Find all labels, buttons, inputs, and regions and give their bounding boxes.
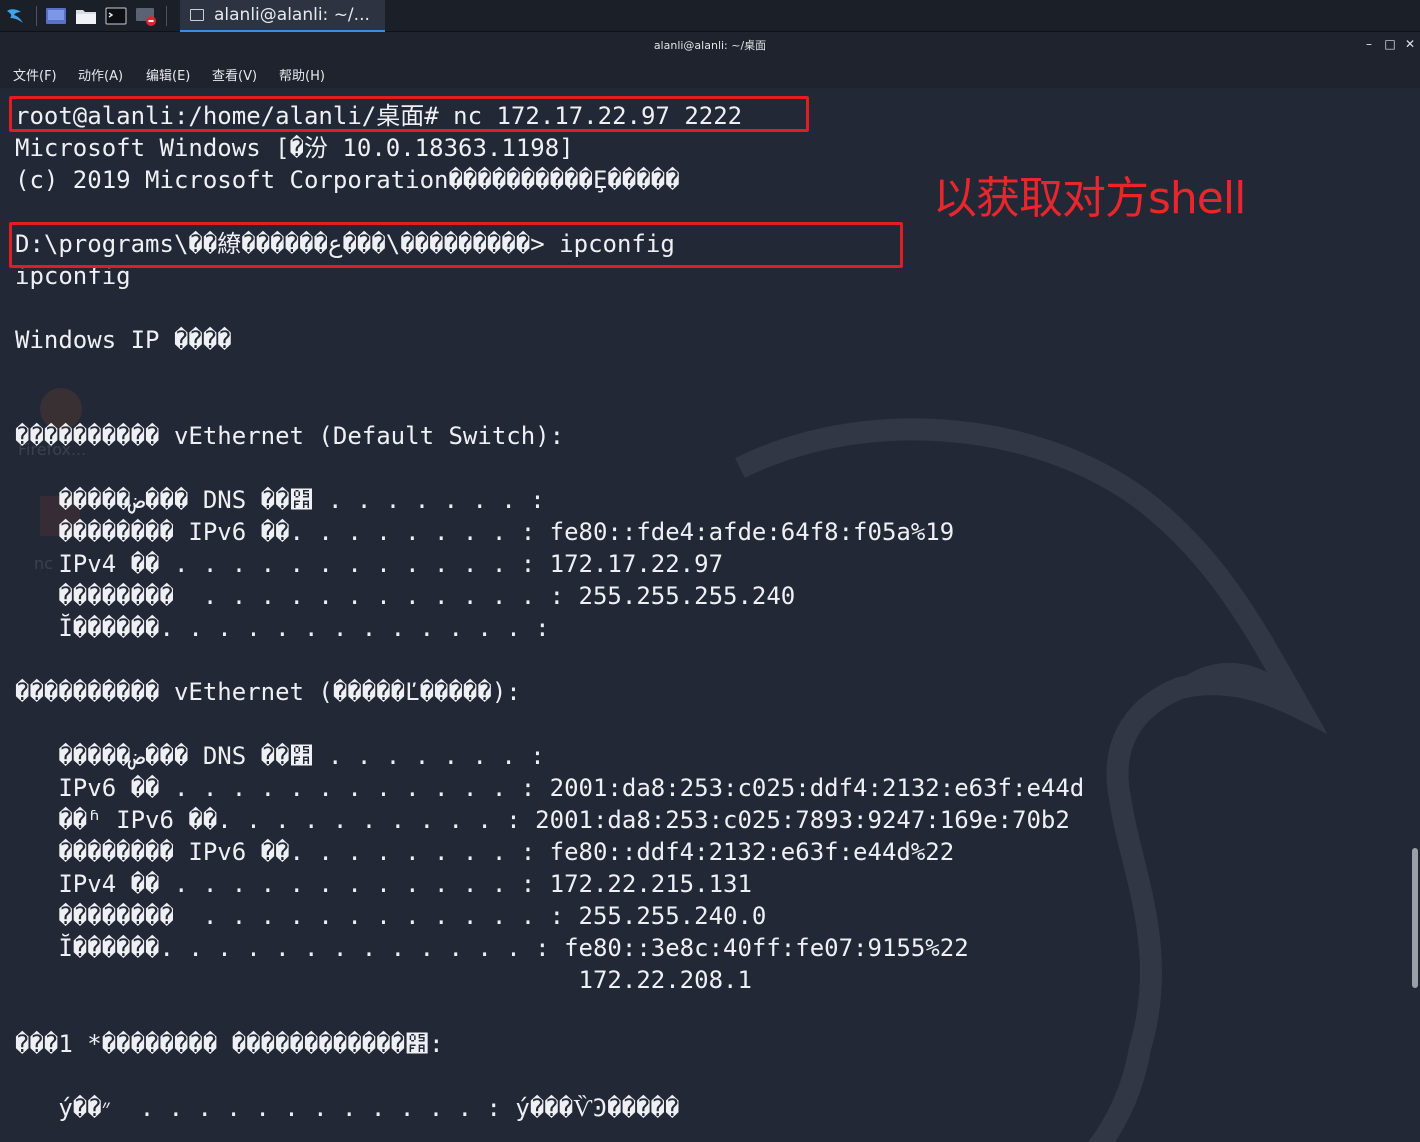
- menu-file[interactable]: 文件(F): [13, 65, 57, 84]
- terminal-output[interactable]: Firefox... nc root@alanli:/home/alanli/桌…: [0, 88, 1410, 1142]
- terminal-line: (c) 2019 Microsoft Corporation����������…: [15, 166, 680, 194]
- terminal-line: ���1 *�������� ������������׺:: [15, 1030, 444, 1058]
- menu-view[interactable]: 查看(V): [212, 65, 257, 84]
- terminal-line: IPv6 �� . . . . . . . . . . . . : 2001:d…: [15, 774, 1085, 802]
- terminal-line: �������� . . . . . . . . . . . . : 255.2…: [15, 902, 767, 930]
- taskbar-window-label: alanli@alanli: ~/...: [214, 5, 370, 25]
- kali-menu-icon[interactable]: [4, 5, 26, 27]
- terminal-window-icon: [190, 9, 204, 21]
- terminal-line: ���������� vEthernet (�����Ľ�����):: [15, 678, 521, 706]
- highlight-box-nc-command: [9, 96, 809, 132]
- terminal-line: �������� IPv6 ��. . . . . . . . : fe80::…: [15, 518, 955, 546]
- window-title: alanli@alanli: ~/桌面: [653, 39, 767, 52]
- terminal-line: �����ض��� DNS ��׺ . . . . . . . :: [15, 742, 545, 770]
- desktop-icon[interactable]: [45, 5, 67, 27]
- menu-actions[interactable]: 动作(A): [78, 65, 123, 84]
- screen-recorder-icon[interactable]: [135, 5, 157, 27]
- terminal-line: IPv4 �� . . . . . . . . . . . . : 172.22…: [15, 870, 752, 898]
- terminal-line: Windows IP ����: [15, 326, 232, 354]
- terminal-scrollbar[interactable]: [1410, 88, 1420, 1142]
- terminal-line: 172.22.208.1: [15, 966, 752, 994]
- annotation-text: 以获取对方shell: [933, 173, 1246, 224]
- terminal-line: ���������� vEthernet (Default Switch):: [15, 422, 565, 450]
- terminal-line: ý��״ . . . . . . . . . . . . : ý���ѶϿ���…: [15, 1094, 680, 1122]
- taskbar-separator: [166, 6, 167, 26]
- terminal-line: Ĭ������. . . . . . . . . . . . . : fe80:…: [15, 934, 969, 962]
- window-titlebar[interactable]: alanli@alanli: ~/桌面 – □ ✕: [0, 32, 1420, 58]
- minimize-button[interactable]: –: [1361, 36, 1377, 52]
- scrollbar-thumb[interactable]: [1412, 848, 1418, 988]
- highlight-box-ipconfig-command: [9, 222, 903, 268]
- terminal-line: ��ʱ IPv6 ��. . . . . . . . . . : 2001:da…: [15, 806, 1070, 834]
- terminal-line: �������� . . . . . . . . . . . . : 255.2…: [15, 582, 796, 610]
- terminal-line: Microsoft Windows [�汾 10.0.18363.1198]: [15, 134, 574, 162]
- file-manager-icon[interactable]: [75, 5, 97, 27]
- menu-help[interactable]: 帮助(H): [279, 65, 325, 84]
- menu-edit[interactable]: 编辑(E): [146, 65, 190, 84]
- terminal-line: Ĭ������. . . . . . . . . . . . . :: [15, 614, 550, 642]
- terminal-line: �������� IPv6 ��. . . . . . . . : fe80::…: [15, 838, 955, 866]
- taskbar-window-button[interactable]: alanli@alanli: ~/...: [180, 0, 385, 32]
- taskbar-separator: [36, 6, 37, 26]
- terminal-line: IPv4 �� . . . . . . . . . . . . : 172.17…: [15, 550, 724, 578]
- terminal-line: �����ض��� DNS ��׺ . . . . . . . :: [15, 486, 545, 514]
- menu-bar: 文件(F) 动作(A) 编辑(E) 查看(V) 帮助(H): [0, 58, 1420, 88]
- close-button[interactable]: ✕: [1402, 36, 1418, 52]
- taskbar: alanli@alanli: ~/...: [0, 0, 1420, 32]
- maximize-button[interactable]: □: [1382, 36, 1398, 52]
- terminal-icon[interactable]: [105, 5, 127, 27]
